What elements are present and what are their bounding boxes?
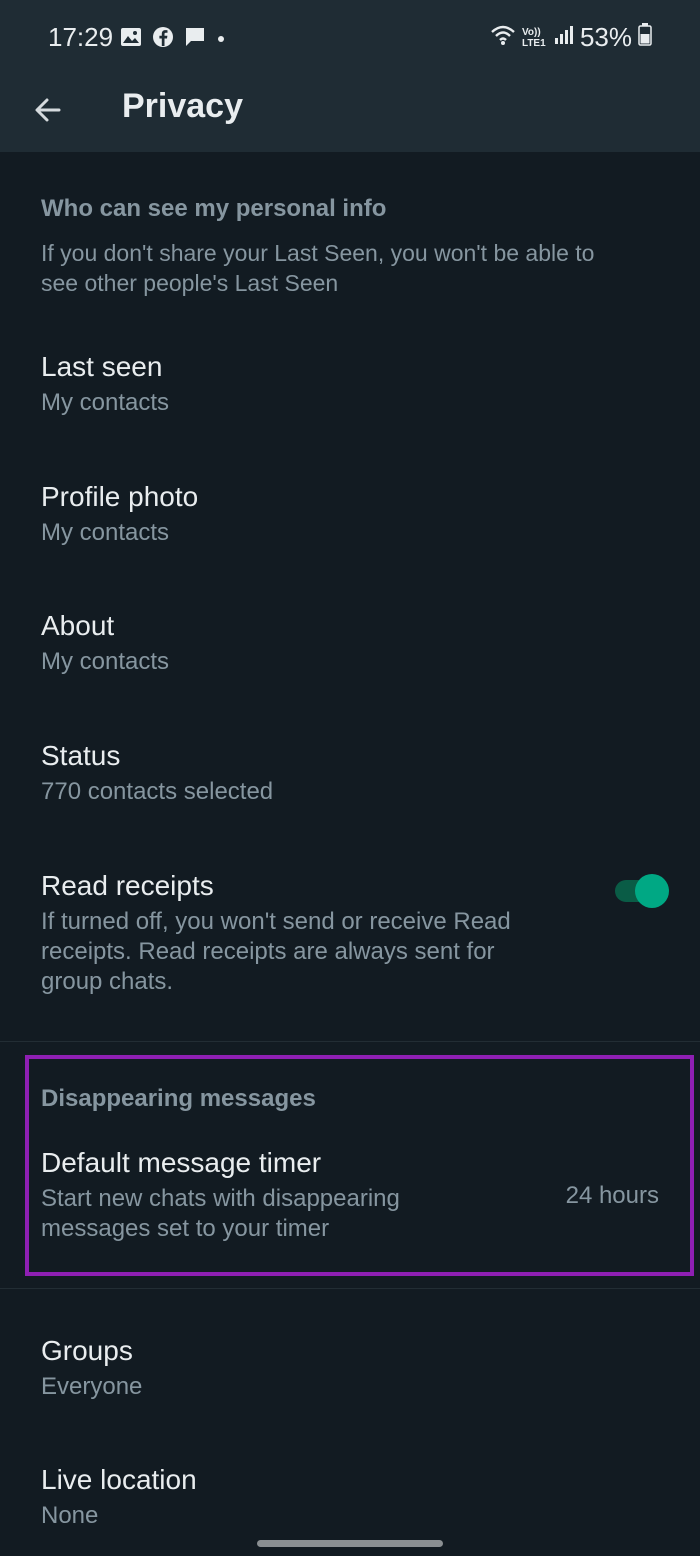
item-title: Live location <box>41 1464 197 1495</box>
section-header-personal-info: Who can see my personal info <box>41 195 387 222</box>
item-subtitle: Everyone <box>41 1373 143 1400</box>
personal-info-description: If you don't share your Last Seen, you w… <box>41 238 661 298</box>
facebook-icon <box>152 26 174 53</box>
list-item-read-receipts[interactable]: Read receipts If turned off, you won't s… <box>41 869 669 997</box>
timer-description-line2: messages set to your timer <box>41 1215 330 1242</box>
item-title: About <box>41 610 115 641</box>
item-title: Status <box>41 740 121 771</box>
read-receipts-line3: group chats. <box>41 968 174 995</box>
home-handle[interactable] <box>257 1540 443 1547</box>
item-title: Profile photo <box>41 481 199 512</box>
list-item-status[interactable]: Status 770 contacts selected <box>41 739 661 807</box>
dot-icon <box>216 26 226 53</box>
back-button[interactable] <box>24 88 72 136</box>
toggle-thumb <box>635 874 669 908</box>
signal-icon <box>554 22 574 53</box>
read-receipts-toggle[interactable] <box>615 874 669 908</box>
notification-icons <box>120 26 226 53</box>
item-subtitle: My contacts <box>41 648 170 675</box>
list-item-profile-photo[interactable]: Profile photo My contacts <box>41 480 661 548</box>
personal-info-description-line1: If you don't share your Last Seen, you w… <box>41 240 595 266</box>
divider <box>0 1288 700 1289</box>
item-title: Last seen <box>41 351 163 382</box>
timer-description: Start new chats with disappearing messag… <box>41 1184 541 1244</box>
image-icon <box>120 27 142 52</box>
divider <box>0 1041 700 1042</box>
read-receipts-line1: If turned off, you won't send or receive… <box>41 908 511 935</box>
battery-icon <box>638 22 652 53</box>
personal-info-description-line2: see other people's Last Seen <box>41 270 339 296</box>
list-item-groups[interactable]: Groups Everyone <box>41 1334 661 1402</box>
item-subtitle: None <box>41 1502 99 1529</box>
timer-description-line1: Start new chats with disappearing <box>41 1185 400 1212</box>
list-item-about[interactable]: About My contacts <box>41 609 661 677</box>
list-item-default-message-timer[interactable]: Default message timer Start new chats wi… <box>41 1146 541 1244</box>
item-subtitle: My contacts <box>41 389 170 416</box>
section-header-disappearing: Disappearing messages <box>41 1085 316 1112</box>
item-title: Groups <box>41 1335 133 1366</box>
list-item-live-location[interactable]: Live location None <box>41 1463 661 1531</box>
item-title: Default message timer <box>41 1147 322 1178</box>
status-bar: 17:29 Vo)) LTE1 53% <box>0 0 700 80</box>
page-title: Privacy <box>122 87 243 125</box>
app-bar: Privacy <box>0 80 700 152</box>
timer-value: 24 hours <box>565 1182 659 1209</box>
message-icon <box>184 26 206 53</box>
item-title: Read receipts <box>41 870 214 901</box>
item-subtitle: My contacts <box>41 519 170 546</box>
network-label: Vo)) LTE1 <box>521 26 546 49</box>
arrow-left-icon <box>33 95 63 130</box>
list-item-last-seen[interactable]: Last seen My contacts <box>41 350 661 418</box>
item-subtitle: 770 contacts selected <box>41 778 274 805</box>
status-right: Vo)) LTE1 53% <box>490 22 652 53</box>
battery-percent: 53% <box>579 22 632 52</box>
read-receipts-line2: receipts. Read receipts are always sent … <box>41 938 495 965</box>
wifi-icon <box>490 22 516 53</box>
status-time: 17:29 <box>48 22 114 52</box>
read-receipts-description: If turned off, you won't send or receive… <box>41 907 561 997</box>
